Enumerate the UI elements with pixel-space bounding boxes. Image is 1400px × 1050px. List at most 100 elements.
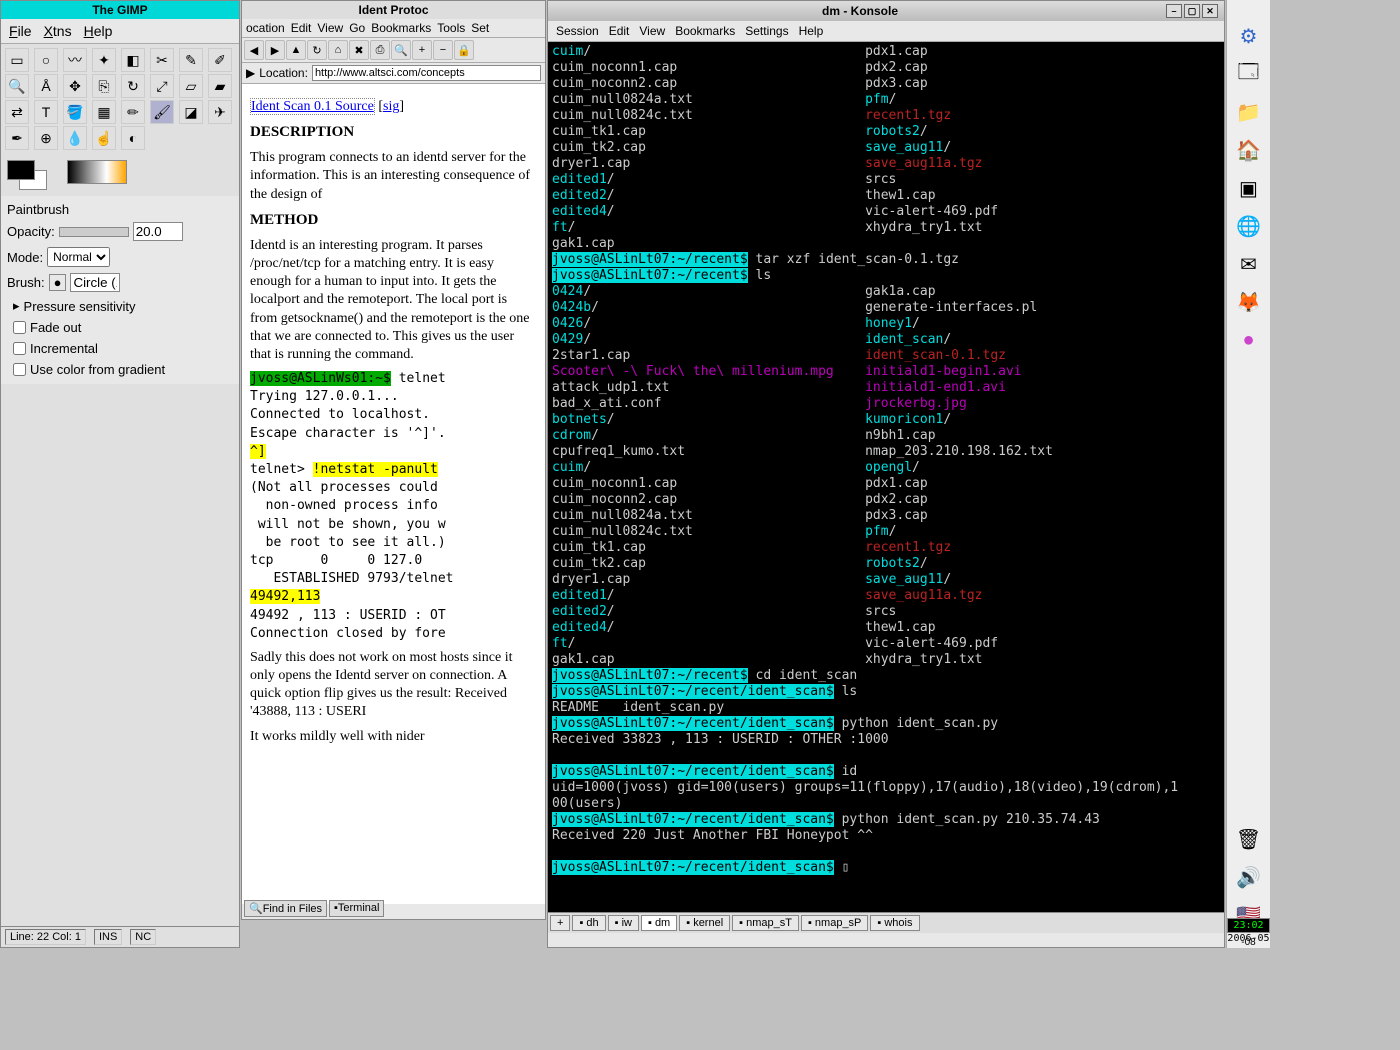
konsole-menu-settings[interactable]: Settings	[745, 24, 788, 38]
minimize-button[interactable]: –	[1166, 4, 1182, 18]
gimp-menu-file[interactable]: File	[9, 23, 32, 39]
browser-icon[interactable]: 🌐	[1233, 210, 1265, 242]
up-button[interactable]: ▲	[286, 40, 306, 60]
gimp-icon[interactable]: 🦊	[1233, 286, 1265, 318]
gradient-preview[interactable]	[67, 160, 127, 184]
tool-ink[interactable]: ✒	[5, 126, 29, 150]
media-icon[interactable]: ●	[1233, 324, 1265, 356]
terminal-tab[interactable]: ▪Terminal	[329, 900, 384, 917]
tool-zoom[interactable]: 🔍	[5, 74, 29, 98]
tool-lasso[interactable]: 〰	[63, 48, 87, 72]
incremental-checkbox[interactable]	[13, 342, 26, 355]
close-button[interactable]: ✕	[1202, 4, 1218, 18]
find-button[interactable]: 🔍	[391, 40, 411, 60]
files-icon[interactable]: 📁	[1233, 96, 1265, 128]
back-button[interactable]: ◀	[244, 40, 264, 60]
konsole-titlebar[interactable]: dm - Konsole – ▢ ✕	[548, 1, 1224, 21]
trash-icon[interactable]: 🗑	[1233, 823, 1265, 855]
home-button[interactable]: ⌂	[328, 40, 348, 60]
browser-menu-edit[interactable]: Edit	[291, 21, 312, 35]
konsole-menu-help[interactable]: Help	[799, 24, 824, 38]
tool-text[interactable]: T	[34, 100, 58, 124]
tool-pencil[interactable]: ✏	[121, 100, 145, 124]
konsole-tab-whois[interactable]: ▪ whois	[870, 915, 919, 931]
konsole-menu-edit[interactable]: Edit	[609, 24, 630, 38]
tool-ellipse-select[interactable]: ○	[34, 48, 58, 72]
opacity-slider[interactable]	[59, 227, 129, 237]
tool-move[interactable]: ✥	[63, 74, 87, 98]
stop-button[interactable]: ✖	[349, 40, 369, 60]
konsole-tab-iw[interactable]: ▪ iw	[608, 915, 639, 931]
kde-logo-icon[interactable]: ⚙	[1233, 20, 1265, 52]
terminal-icon[interactable]: ▣	[1233, 172, 1265, 204]
clock[interactable]: 23:02 2006-05	[1227, 918, 1269, 944]
desktop-icon[interactable]: 🗔	[1233, 58, 1265, 90]
tool-measure[interactable]: Å	[34, 74, 58, 98]
reload-button[interactable]: ↻	[307, 40, 327, 60]
tool-blend[interactable]: ▦	[92, 100, 116, 124]
tool-smudge[interactable]: ☝	[92, 126, 116, 150]
zoom-out-button[interactable]: −	[433, 40, 453, 60]
konsole-tab-kernel[interactable]: ▪ kernel	[679, 915, 730, 931]
gradient-checkbox[interactable]	[13, 363, 26, 376]
lock-icon[interactable]: 🔒	[454, 40, 474, 60]
kontact-icon[interactable]: ✉	[1233, 248, 1265, 280]
maximize-button[interactable]: ▢	[1184, 4, 1200, 18]
browser-content: Ident Scan 0.1 Source [sig] DESCRIPTION …	[242, 84, 545, 904]
tool-scale[interactable]: ⤢	[150, 74, 174, 98]
browser-menu-view[interactable]: View	[317, 21, 343, 35]
konsole-tab-dh[interactable]: ▪ dh	[572, 915, 605, 931]
tool-eraser[interactable]: ◪	[179, 100, 203, 124]
tool-paintbrush[interactable]: 🖌	[150, 100, 174, 124]
gimp-menu-help[interactable]: Help	[84, 23, 113, 39]
tool-dodge[interactable]: ◐	[121, 126, 145, 150]
mode-select[interactable]: Normal	[47, 247, 110, 267]
browser-menu-go[interactable]: Go	[349, 21, 365, 35]
tool-paths[interactable]: ✎	[179, 48, 203, 72]
browser-menu-tools[interactable]: Tools	[437, 21, 465, 35]
konsole-menubar: Session Edit View Bookmarks Settings Help	[548, 21, 1224, 42]
konsole-tab-dm[interactable]: ▪ dm	[641, 915, 677, 931]
tool-by-color[interactable]: ◧	[121, 48, 145, 72]
tool-perspective[interactable]: ▰	[208, 74, 232, 98]
print-button[interactable]: ⎙	[370, 40, 390, 60]
pressure-label[interactable]: Pressure sensitivity	[24, 299, 136, 314]
sound-icon[interactable]: 🔊	[1233, 861, 1265, 893]
browser-menu-bookmarks[interactable]: Bookmarks	[371, 21, 431, 35]
fg-bg-colors[interactable]	[7, 160, 47, 190]
tool-bucket[interactable]: 🪣	[63, 100, 87, 124]
konsole-tab-nmap_sT[interactable]: ▪ nmap_sT	[732, 915, 799, 931]
tool-crop[interactable]: ⎘	[92, 74, 116, 98]
konsole-menu-bookmarks[interactable]: Bookmarks	[675, 24, 735, 38]
new-tab-button[interactable]: +	[550, 915, 570, 931]
sig-link[interactable]: sig	[383, 99, 399, 114]
browser-menu-set[interactable]: Set	[471, 21, 489, 35]
tool-blur[interactable]: 💧	[63, 126, 87, 150]
tool-wand[interactable]: ✦	[92, 48, 116, 72]
zoom-in-button[interactable]: +	[412, 40, 432, 60]
tool-scissors[interactable]: ✂	[150, 48, 174, 72]
tool-rect-select[interactable]: ▭	[5, 48, 29, 72]
konsole-menu-session[interactable]: Session	[556, 24, 599, 38]
home-icon[interactable]: 🏠	[1233, 134, 1265, 166]
opacity-input[interactable]	[133, 222, 183, 241]
terminal-output[interactable]: cuim/ pdx1.cap cuim_noconn1.cap pdx2.cap…	[548, 42, 1224, 912]
source-link[interactable]: Ident Scan 0.1 Source	[250, 98, 375, 115]
tool-rotate[interactable]: ↻	[121, 74, 145, 98]
find-in-files-tab[interactable]: 🔍Find in Files	[244, 900, 327, 917]
konsole-tab-nmap_sP[interactable]: ▪ nmap_sP	[801, 915, 868, 931]
gimp-menu-xtns[interactable]: Xtns	[44, 23, 72, 39]
url-input[interactable]	[312, 65, 541, 81]
forward-button[interactable]: ▶	[265, 40, 285, 60]
brush-input[interactable]	[70, 273, 120, 292]
fg-color[interactable]	[7, 160, 35, 180]
gimp-title[interactable]: The GIMP	[1, 1, 239, 19]
tool-airbrush[interactable]: ✈	[208, 100, 232, 124]
tool-flip[interactable]: ⇄	[5, 100, 29, 124]
tool-shear[interactable]: ▱	[179, 74, 203, 98]
browser-menu-ocation[interactable]: ocation	[246, 21, 285, 35]
fade-checkbox[interactable]	[13, 321, 26, 334]
konsole-menu-view[interactable]: View	[639, 24, 665, 38]
tool-clone[interactable]: ⊕	[34, 126, 58, 150]
tool-color-picker[interactable]: ✐	[208, 48, 232, 72]
